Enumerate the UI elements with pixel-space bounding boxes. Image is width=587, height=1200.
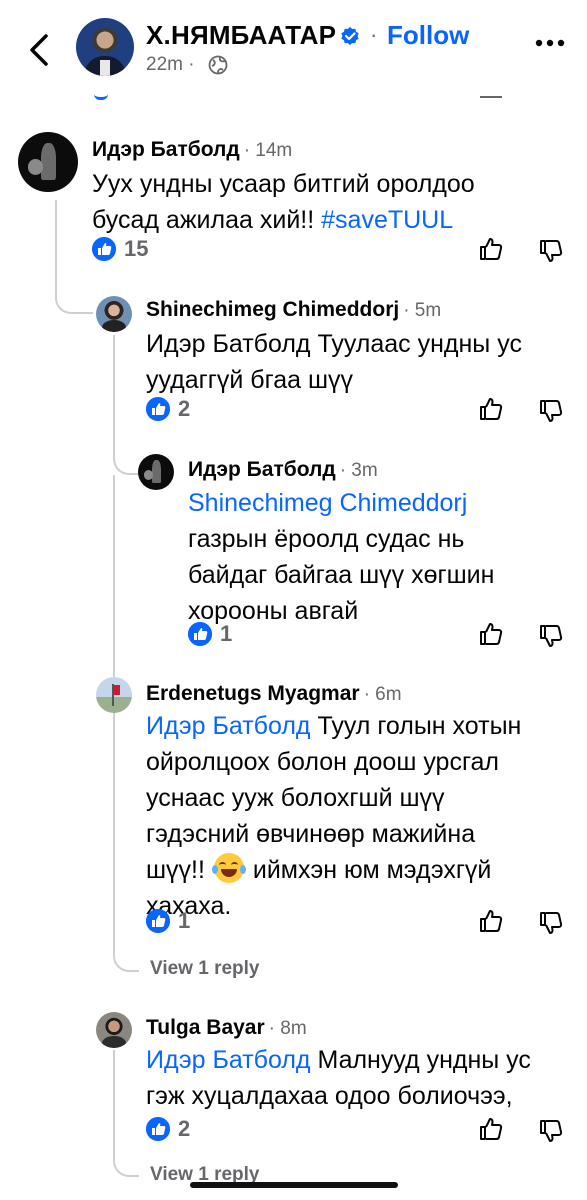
thread-line [113, 335, 115, 435]
avatar[interactable] [18, 132, 78, 192]
more-horizontal-icon[interactable] [535, 38, 565, 48]
comment-text: Shinechimeg Chimeddorj газрын ёроолд суд… [188, 485, 494, 629]
mention-link[interactable]: Идэр Батболд [146, 1046, 311, 1074]
comment-time: · 8m [268, 1018, 307, 1039]
comment-text: Идэр Батболд Малнууд ундны ус гэж хуцалд… [146, 1046, 531, 1110]
avatar[interactable] [96, 296, 132, 332]
mention-link[interactable]: Shinechimeg Chimeddorj [188, 485, 494, 521]
thumbs-up-icon [146, 397, 170, 421]
comment-author[interactable]: Erdenetugs Myagmar · 6m [146, 682, 402, 706]
thread-line [113, 475, 115, 953]
thumbs-up-icon [146, 909, 170, 933]
author-avatar[interactable] [76, 18, 134, 76]
thumbs-down-icon[interactable] [538, 1118, 564, 1144]
thumbs-up-icon[interactable] [478, 621, 504, 647]
post-header: Х.НЯМБААТАР · Follow 22m · [0, 0, 587, 100]
thumbs-up-icon[interactable] [478, 236, 504, 262]
avatar[interactable] [138, 454, 174, 490]
comment-text: Идэр Батболд Туул голын хотын ойролцоох … [146, 712, 522, 920]
verified-badge-icon [341, 27, 359, 45]
scrolled-edge [480, 96, 502, 98]
thumbs-up-icon[interactable] [478, 908, 504, 934]
tears-of-joy-emoji [211, 853, 246, 883]
comment-author[interactable]: Идэр Батболд · 14m [92, 138, 292, 162]
comment-text: Идэр Батболд Туулаас ундны ус уудаггүй б… [146, 330, 522, 394]
globe-icon [208, 55, 228, 75]
comment-time: · 14m [243, 140, 293, 161]
thumbs-up-icon [92, 237, 116, 261]
thread-connector [113, 950, 139, 972]
post-time: 22m · [146, 54, 195, 75]
hashtag-link[interactable]: #saveTUUL [321, 206, 453, 234]
comment-author[interactable]: Tulga Bayar · 8m [146, 1016, 307, 1040]
chevron-left-icon[interactable] [22, 30, 58, 70]
mention-link[interactable]: Идэр Батболд [146, 712, 311, 740]
comment-author[interactable]: Shinechimeg Chimeddorj · 5m [146, 298, 441, 322]
thread-connector [113, 433, 139, 475]
author-name[interactable]: Х.НЯМБААТАР [146, 20, 336, 51]
thumbs-down-icon[interactable] [538, 398, 564, 424]
comment-author[interactable]: Идэр Батболд · 3m [188, 458, 378, 482]
avatar[interactable] [96, 1012, 132, 1048]
thread-connector [113, 1155, 139, 1177]
comment-time: · 6m [363, 684, 402, 705]
thread-line [55, 200, 57, 270]
thumbs-down-icon[interactable] [538, 623, 564, 649]
avatar[interactable] [96, 677, 132, 713]
thumbs-down-icon[interactable] [538, 238, 564, 264]
home-indicator [190, 1182, 398, 1188]
thumbs-down-icon[interactable] [538, 910, 564, 936]
comment-text: Уух ундны усаар битгий оролдоо бусад ажи… [92, 170, 475, 234]
comment-time: · 5m [403, 300, 442, 321]
thumbs-up-icon[interactable] [478, 1116, 504, 1142]
comment-time: · 3m [339, 460, 378, 481]
follow-button[interactable]: Follow [387, 20, 469, 51]
header-separator: · [370, 22, 378, 47]
thread-connector [55, 268, 93, 314]
view-replies-link[interactable]: View 1 reply [150, 958, 260, 980]
thumbs-up-icon [146, 1117, 170, 1141]
thumbs-up-icon [188, 622, 212, 646]
thread-line [113, 1050, 115, 1160]
scrolled-edge [94, 92, 108, 100]
thumbs-up-icon[interactable] [478, 396, 504, 422]
